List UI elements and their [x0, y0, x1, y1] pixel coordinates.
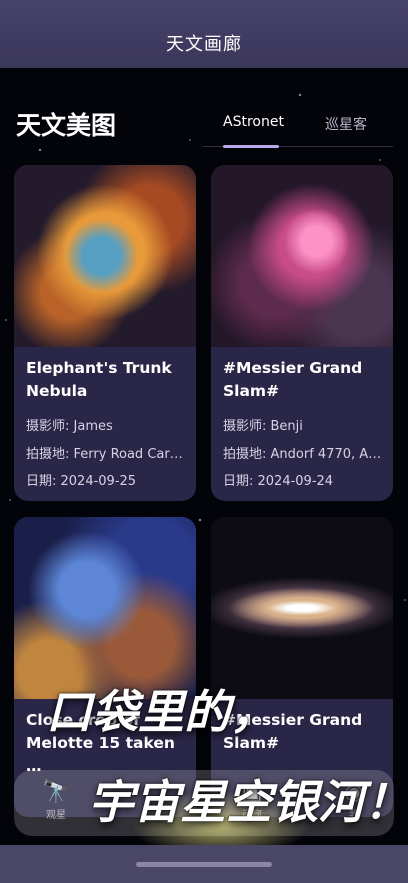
tab-xunxingke[interactable]: 巡星客: [325, 114, 367, 134]
page-title: 天文画廊: [166, 34, 242, 55]
gallery-card[interactable]: #Messier Grand Slam# 摄影师: Benji 拍摄地: And…: [211, 165, 393, 501]
source-tabs: AStronet 巡星客: [203, 112, 393, 148]
card-image[interactable]: [211, 165, 393, 347]
tab-astronet[interactable]: AStronet: [223, 114, 284, 130]
card-date: 日期: 2024-09-25: [26, 474, 137, 489]
active-tab-indicator: [223, 145, 279, 148]
card-image[interactable]: [14, 517, 196, 699]
card-location: 拍摄地: Ferry Road Car…: [26, 447, 183, 462]
promo-headline-line-1: 口袋里的，: [46, 685, 276, 739]
card-image[interactable]: [14, 165, 196, 347]
promo-headline-line-2: 宇宙星空银河！: [88, 775, 408, 829]
section-title: 天文美图: [16, 111, 117, 140]
navigation-bar: 天文画廊: [0, 0, 408, 68]
card-photographer: 摄影师: James: [26, 419, 113, 434]
gallery-card[interactable]: Elephant's Trunk Nebula 摄影师: James 拍摄地: …: [14, 165, 196, 501]
card-date: 日期: 2024-09-24: [223, 474, 334, 489]
card-photographer: 摄影师: Benji: [223, 419, 303, 434]
tab-bar-item-stargazing[interactable]: 🔭 观星: [26, 780, 86, 821]
card-location: 拍摄地: Andorf 4770, A…: [223, 447, 382, 462]
card-image[interactable]: [211, 517, 393, 699]
telescope-icon: 🔭: [42, 780, 70, 805]
tab-bar-label: 观星: [46, 810, 66, 821]
card-title: Elephant's Trunk Nebula: [26, 359, 172, 400]
home-indicator: [136, 862, 272, 867]
card-title: #Messier Grand Slam#: [223, 359, 363, 400]
